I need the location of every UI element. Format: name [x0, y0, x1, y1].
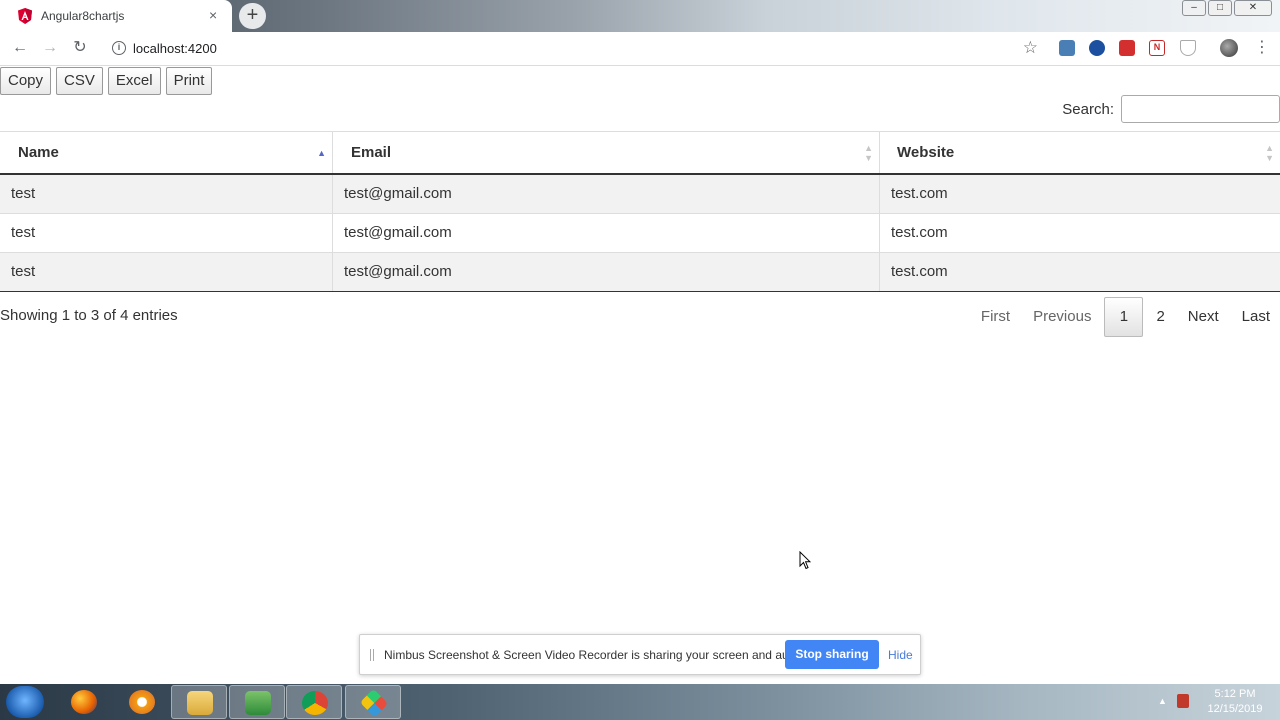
cell-email: test@gmail.com [332, 175, 879, 213]
search-label: Search: [1062, 100, 1114, 118]
minimize-button[interactable]: – [1182, 0, 1206, 16]
url-text: localhost:4200 [133, 41, 217, 56]
column-header-label: Name [18, 144, 59, 161]
column-header-email[interactable]: Email ▲ ▼ [332, 132, 879, 173]
taskbar-explorer[interactable] [171, 685, 227, 719]
folder-icon [187, 691, 213, 715]
copy-button[interactable]: Copy [0, 67, 52, 95]
stop-sharing-button[interactable]: Stop sharing [785, 640, 879, 669]
chart-app-icon [245, 691, 271, 715]
tab-title: Angular8chartjs [41, 9, 125, 23]
table-header-row: Name ▲ Email ▲ ▼ Website ▲ ▼ [0, 131, 1280, 175]
windows-taskbar: ▲ 5:12 PM 12/15/2019 [0, 684, 1280, 720]
table-row[interactable]: test test@gmail.com test.com [0, 214, 1280, 253]
print-button[interactable]: Print [165, 67, 213, 95]
browser-menu-icon[interactable]: ⋮ [1254, 37, 1270, 57]
export-buttons: Copy CSV Excel Print [0, 67, 217, 95]
excel-button[interactable]: Excel [107, 67, 161, 95]
cell-website: test.com [879, 214, 1280, 252]
sort-ascending-icon: ▲ [317, 148, 326, 158]
clock-time: 5:12 PM [1214, 688, 1256, 700]
column-header-name[interactable]: Name ▲ [0, 132, 332, 173]
taskbar-firefox[interactable] [56, 685, 112, 719]
first-page-button[interactable]: First [971, 298, 1020, 336]
screen-sharing-bar: Nimbus Screenshot & Screen Video Recorde… [359, 634, 921, 675]
site-info-icon[interactable]: i [112, 41, 126, 55]
profile-avatar[interactable] [1220, 39, 1238, 57]
new-tab-button[interactable]: + [239, 3, 266, 29]
firefox-icon [71, 690, 97, 714]
csv-button[interactable]: CSV [56, 67, 103, 95]
forward-icon[interactable]: → [40, 38, 60, 58]
browser-toolbar: ← → ↻ i localhost:4200 ☆ N ⋮ [0, 32, 1280, 66]
extension-n-icon[interactable]: N [1149, 40, 1165, 56]
tab-close-icon[interactable]: × [209, 7, 217, 23]
start-button[interactable] [6, 686, 44, 718]
window-controls: – □ ✕ [1180, 0, 1272, 18]
cell-name: test [11, 263, 36, 280]
clock-date: 12/15/2019 [1207, 703, 1263, 715]
reload-icon[interactable]: ↻ [70, 38, 90, 58]
browser-tab[interactable]: Angular8chartjs × [0, 0, 232, 32]
last-page-button[interactable]: Last [1232, 298, 1280, 336]
extension-info-icon[interactable] [1089, 40, 1105, 56]
bookmark-star-icon[interactable]: ☆ [1023, 38, 1038, 58]
angular-icon [18, 8, 32, 24]
search-container: Search: [1062, 95, 1280, 123]
extension-shield-icon[interactable] [1180, 40, 1196, 56]
column-header-website[interactable]: Website ▲ ▼ [879, 132, 1280, 173]
page-2-button[interactable]: 2 [1146, 298, 1174, 336]
tray-app-icon[interactable] [1177, 694, 1189, 708]
cell-email: test@gmail.com [332, 253, 879, 291]
back-icon[interactable]: ← [10, 38, 30, 58]
taskbar-colorful-app[interactable] [345, 685, 401, 719]
address-bar[interactable]: i localhost:4200 ☆ [104, 36, 1044, 62]
cell-name: test [11, 185, 36, 202]
taskbar-chrome[interactable] [286, 685, 342, 719]
taskbar-chart-app[interactable] [229, 685, 285, 719]
extension-red-icon[interactable] [1119, 40, 1135, 56]
chrome-icon [302, 691, 328, 715]
hide-button[interactable]: Hide [888, 648, 913, 662]
sort-both-icon: ▲ ▼ [864, 143, 873, 163]
column-header-label: Website [897, 144, 955, 161]
column-header-label: Email [351, 144, 392, 161]
drag-handle-icon[interactable] [370, 649, 374, 661]
cell-website: test.com [879, 175, 1280, 213]
cell-email: test@gmail.com [332, 214, 879, 252]
pagination: First Previous 1 2 Next Last [968, 296, 1280, 337]
cell-website: test.com [879, 253, 1280, 291]
colorful-app-icon [359, 688, 389, 718]
browser-tabstrip: Angular8chartjs × + – □ ✕ [0, 0, 1280, 32]
maximize-button[interactable]: □ [1208, 0, 1232, 16]
search-input[interactable] [1121, 95, 1280, 123]
extension-person-icon[interactable] [1059, 40, 1075, 56]
page-1-button[interactable]: 1 [1104, 296, 1144, 337]
cell-name: test [11, 224, 36, 241]
close-window-button[interactable]: ✕ [1234, 0, 1272, 16]
table-row[interactable]: test test@gmail.com test.com [0, 253, 1280, 292]
system-clock[interactable]: 5:12 PM 12/15/2019 [1203, 687, 1267, 717]
table-row[interactable]: test test@gmail.com test.com [0, 175, 1280, 214]
sort-both-icon: ▲ ▼ [1265, 143, 1274, 163]
data-table: Name ▲ Email ▲ ▼ Website ▲ ▼ test test@gma… [0, 131, 1280, 292]
tray-expand-icon[interactable]: ▲ [1158, 696, 1167, 706]
previous-page-button[interactable]: Previous [1023, 298, 1101, 336]
table-info: Showing 1 to 3 of 4 entries [0, 307, 178, 324]
next-page-button[interactable]: Next [1178, 298, 1229, 336]
taskbar-app-gear[interactable] [114, 685, 170, 719]
mouse-cursor-icon [799, 551, 811, 570]
sharing-message: Nimbus Screenshot & Screen Video Recorde… [384, 648, 809, 662]
gear-app-icon [129, 690, 155, 714]
